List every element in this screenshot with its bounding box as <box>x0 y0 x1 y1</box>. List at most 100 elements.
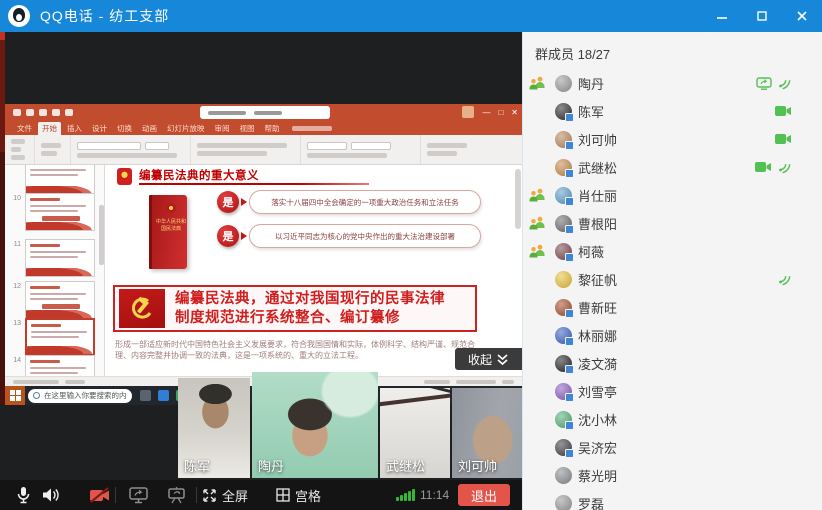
taskbar-search-box: 在这里输入你要搜索的内容 <box>28 389 132 403</box>
close-button[interactable] <box>782 0 822 32</box>
slide-thumbnail-11: 11 <box>11 239 95 277</box>
member-row[interactable]: 曹新旺 <box>523 293 822 321</box>
member-name: 林丽娜 <box>578 326 617 345</box>
avatar <box>555 215 572 232</box>
camera-off-button[interactable] <box>84 480 116 510</box>
ppt-titlebar: —□✕ <box>5 104 522 121</box>
slide-number: 12 <box>11 281 21 290</box>
ribbon-clipboard-group <box>5 135 35 164</box>
member-name: 武继松 <box>578 158 617 177</box>
ribbon-font-group <box>71 135 191 164</box>
member-name: 刘雪亭 <box>578 382 617 401</box>
member-status-icons <box>775 105 792 117</box>
avatar <box>555 411 572 428</box>
member-row[interactable]: 刘可帅 <box>523 125 822 153</box>
thumb-decor <box>31 324 61 327</box>
member-row[interactable]: 陶丹 <box>523 69 822 97</box>
thumb-decor <box>30 198 60 201</box>
thumb-decor <box>26 310 94 318</box>
taskbar-search-placeholder: 在这里输入你要搜索的内容 <box>44 390 127 401</box>
slide-highlight-box: 编纂民法典，通过对我国现行的民事法律 制度规范进行系统整合、编订纂修 <box>113 285 477 332</box>
member-row[interactable]: 曹根阳 <box>523 209 822 237</box>
maximize-button[interactable] <box>742 0 782 32</box>
video-name-label: 刘可帅 <box>458 456 497 475</box>
member-row[interactable]: 凌文漪 <box>523 349 822 377</box>
avatar <box>555 271 572 288</box>
thumb-decor <box>30 174 78 176</box>
exit-label: 退出 <box>471 486 497 505</box>
member-count-header: 群成员 18/27 <box>523 32 822 69</box>
slide-number: 14 <box>11 355 21 364</box>
slide-number: 11 <box>11 239 21 248</box>
collapse-button[interactable]: 收起 <box>455 348 522 370</box>
ppt-tab-文件: 文件 <box>13 122 36 135</box>
slide-paragraph: 形成一部适应新时代中国特色社会主义发展要求，符合我国国情和实际，体例科学、结构严… <box>115 339 487 361</box>
member-row[interactable]: 陈军 <box>523 97 822 125</box>
member-row[interactable]: 黎征帆 <box>523 265 822 293</box>
thumb-decor <box>31 331 87 333</box>
member-row[interactable]: 柯薇 <box>523 237 822 265</box>
avatar <box>555 355 572 372</box>
point-badge: 是 <box>217 225 239 247</box>
share-screen-button[interactable] <box>122 480 154 510</box>
member-status-icons <box>755 161 792 174</box>
member-row[interactable]: 沈小林 <box>523 405 822 433</box>
toolbar-divider <box>196 487 197 503</box>
member-name: 肖仕丽 <box>578 186 617 205</box>
chevron-double-down-icon <box>496 353 509 366</box>
member-panel: 群成员 18/27 陶丹陈军刘可帅武继松肖仕丽曹根阳柯薇黎征帆曹新旺林丽娜凌文漪… <box>522 32 822 510</box>
fullscreen-button[interactable]: 全屏 <box>202 480 248 510</box>
ppt-window-controls: —□✕ <box>462 106 518 118</box>
video-tile[interactable]: 武继松 <box>380 388 450 478</box>
fullscreen-label: 全屏 <box>222 486 248 505</box>
video-tile[interactable]: 陶丹 <box>252 372 378 478</box>
video-name-label: 陶丹 <box>258 456 284 475</box>
admin-role-icon <box>529 76 546 91</box>
point-arrow-icon <box>241 198 247 206</box>
member-row[interactable]: 罗磊 <box>523 489 822 510</box>
video-name-label: 陈军 <box>184 456 210 475</box>
ribbon-slides-group <box>35 135 71 164</box>
slide-number: 13 <box>11 318 21 327</box>
exit-button[interactable]: 退出 <box>458 484 510 506</box>
member-row[interactable]: 吴济宏 <box>523 433 822 461</box>
member-list: 陶丹陈军刘可帅武继松肖仕丽曹根阳柯薇黎征帆曹新旺林丽娜凌文漪刘雪亭沈小林吴济宏蔡… <box>523 69 822 510</box>
member-name: 曹新旺 <box>578 298 617 317</box>
member-name: 陈军 <box>578 102 604 121</box>
ppt-current-slide: 编纂民法典的重大意义 中华人民共和国民法典 是落实十八届四中全会确定的一项重大政… <box>105 165 522 376</box>
point-bubble: 以习近平同志为核心的党中央作出的重大法治建设部署 <box>249 224 481 248</box>
slide-thumbnail-image <box>25 355 95 376</box>
avatar <box>555 243 572 260</box>
video-tile[interactable]: 刘可帅 <box>452 388 522 478</box>
member-name: 蔡光明 <box>578 466 617 485</box>
ppt-tab-开始: 开始 <box>38 122 61 135</box>
fullscreen-icon <box>202 488 217 503</box>
slide-points: 是落实十八届四中全会确定的一项重大政治任务和立法任务是以习近平同志为核心的党中央… <box>217 189 487 257</box>
minimize-button[interactable] <box>702 0 742 32</box>
member-name: 刘可帅 <box>578 130 617 149</box>
member-status-icons <box>756 77 792 90</box>
speaking-icon <box>778 77 792 90</box>
member-row[interactable]: 武继松 <box>523 153 822 181</box>
member-row[interactable]: 林丽娜 <box>523 321 822 349</box>
video-tile[interactable]: 陈军 <box>178 378 250 478</box>
slide-thumbnail-image <box>25 239 95 277</box>
call-stage: —□✕ 文件开始插入设计切换动画幻灯片放映审阅视图帮助 91011121314 … <box>0 32 522 480</box>
video-name-label: 武继松 <box>386 456 425 475</box>
member-row[interactable]: 蔡光明 <box>523 461 822 489</box>
grid-view-button[interactable]: 宫格 <box>276 480 321 510</box>
speaker-button[interactable] <box>36 480 66 510</box>
thumb-decor <box>42 304 80 309</box>
admin-role-icon <box>529 244 546 259</box>
whiteboard-button[interactable] <box>160 480 192 510</box>
collapse-label: 收起 <box>468 351 492 368</box>
admin-role-icon <box>529 216 546 231</box>
member-row[interactable]: 肖仕丽 <box>523 181 822 209</box>
call-toolbar: 全屏 宫格 11:14 退出 <box>0 480 522 510</box>
microphone-button[interactable] <box>8 480 38 510</box>
admin-role-icon <box>529 188 546 203</box>
ppt-tab-插入: 插入 <box>63 122 86 135</box>
speaking-icon <box>778 273 792 286</box>
member-row[interactable]: 刘雪亭 <box>523 377 822 405</box>
ribbon-paragraph-group <box>191 135 301 164</box>
